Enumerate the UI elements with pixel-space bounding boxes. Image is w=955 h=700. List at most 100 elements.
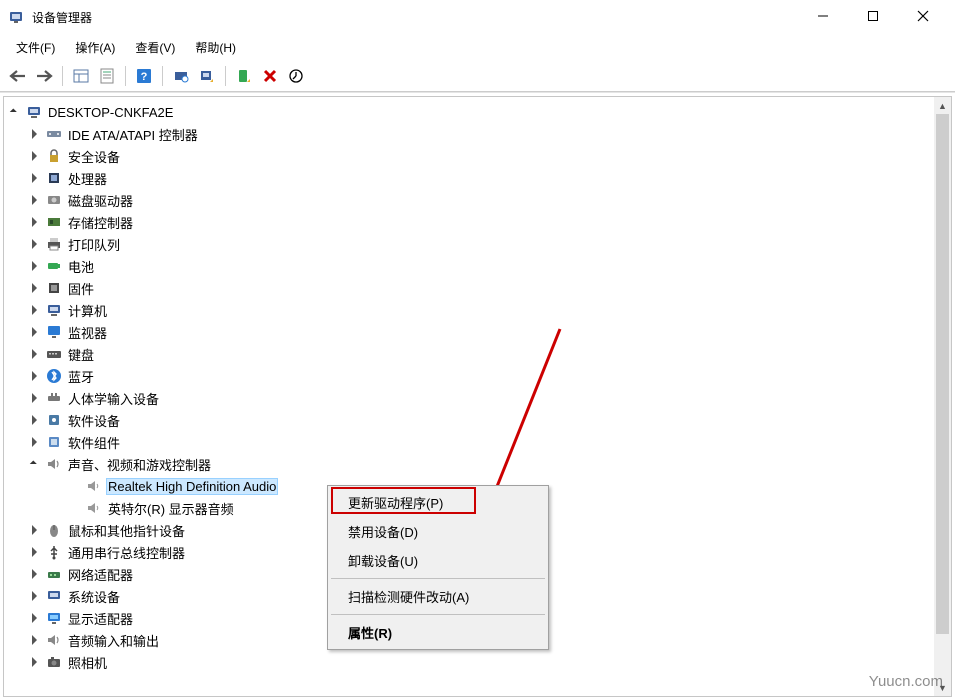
toolbar-separator bbox=[225, 66, 226, 86]
expander-icon[interactable] bbox=[28, 610, 44, 626]
tree-item[interactable]: 键盘 bbox=[8, 343, 951, 365]
tree-item[interactable]: 软件设备 bbox=[8, 409, 951, 431]
expander-icon[interactable] bbox=[28, 214, 44, 230]
expander-icon[interactable] bbox=[28, 412, 44, 428]
root-icon bbox=[26, 104, 42, 120]
tree-item-label: 安全设备 bbox=[66, 146, 122, 167]
show-hide-tree-button[interactable] bbox=[69, 64, 93, 88]
expander-icon[interactable] bbox=[28, 456, 44, 472]
tree-item-label: 计算机 bbox=[66, 300, 109, 321]
content-area: DESKTOP-CNKFA2E IDE ATA/ATAPI 控制器安全设备处理器磁… bbox=[0, 92, 955, 700]
scan-hardware-button[interactable] bbox=[169, 64, 193, 88]
storage-icon bbox=[46, 214, 62, 230]
properties-button[interactable] bbox=[95, 64, 119, 88]
tree-item[interactable]: 固件 bbox=[8, 277, 951, 299]
tree-item[interactable]: 蓝牙 bbox=[8, 365, 951, 387]
tree-item[interactable]: 打印队列 bbox=[8, 233, 951, 255]
tree-item[interactable]: 监视器 bbox=[8, 321, 951, 343]
audio-icon bbox=[46, 632, 62, 648]
menu-file[interactable]: 文件(F) bbox=[6, 37, 65, 58]
hid-icon bbox=[46, 390, 62, 406]
expander-icon[interactable] bbox=[28, 192, 44, 208]
expander-icon[interactable] bbox=[8, 104, 24, 120]
network-icon bbox=[46, 566, 62, 582]
expander-icon[interactable] bbox=[28, 280, 44, 296]
tree-item-label: 监视器 bbox=[66, 322, 109, 343]
expander-icon[interactable] bbox=[28, 170, 44, 186]
computer-icon bbox=[46, 302, 62, 318]
context-menu: 更新驱动程序(P) 禁用设备(D) 卸载设备(U) 扫描检测硬件改动(A) 属性… bbox=[327, 485, 549, 650]
expander-icon[interactable] bbox=[28, 588, 44, 604]
expander-icon[interactable] bbox=[28, 544, 44, 560]
expander-icon bbox=[68, 478, 84, 494]
tree-item[interactable]: 人体学输入设备 bbox=[8, 387, 951, 409]
tree-item[interactable]: 软件组件 bbox=[8, 431, 951, 453]
tree-item[interactable]: 安全设备 bbox=[8, 145, 951, 167]
expander-icon[interactable] bbox=[28, 368, 44, 384]
tree-item-label: 软件组件 bbox=[66, 432, 122, 453]
security-icon bbox=[46, 148, 62, 164]
tree-item[interactable]: 磁盘驱动器 bbox=[8, 189, 951, 211]
minimize-button[interactable] bbox=[807, 9, 839, 25]
maximize-button[interactable] bbox=[857, 9, 889, 25]
ctx-update-driver[interactable]: 更新驱动程序(P) bbox=[330, 488, 546, 517]
tree-item-label: 通用串行总线控制器 bbox=[66, 542, 187, 563]
ctx-uninstall-device[interactable]: 卸载设备(U) bbox=[330, 546, 546, 575]
expander-icon[interactable] bbox=[28, 522, 44, 538]
keyboard-icon bbox=[46, 346, 62, 362]
disable-device-button[interactable] bbox=[284, 64, 308, 88]
scroll-thumb[interactable] bbox=[936, 114, 949, 634]
expander-icon[interactable] bbox=[28, 236, 44, 252]
ctx-disable-device[interactable]: 禁用设备(D) bbox=[330, 517, 546, 546]
tree-item[interactable]: 存储控制器 bbox=[8, 211, 951, 233]
expander-icon[interactable] bbox=[28, 566, 44, 582]
close-button[interactable] bbox=[907, 9, 939, 25]
usb-icon bbox=[46, 544, 62, 560]
expander-icon[interactable] bbox=[28, 434, 44, 450]
expander-icon[interactable] bbox=[28, 654, 44, 670]
tree-item-label: 系统设备 bbox=[66, 586, 122, 607]
expander-icon[interactable] bbox=[28, 632, 44, 648]
expander-icon[interactable] bbox=[28, 390, 44, 406]
ctx-scan-hardware[interactable]: 扫描检测硬件改动(A) bbox=[330, 582, 546, 611]
component-icon bbox=[46, 434, 62, 450]
toolbar-separator bbox=[125, 66, 126, 86]
tree-item-label: 蓝牙 bbox=[66, 366, 96, 387]
nav-forward-button[interactable] bbox=[32, 64, 56, 88]
enable-device-button[interactable] bbox=[232, 64, 256, 88]
menu-view[interactable]: 查看(V) bbox=[125, 37, 185, 58]
tree-item[interactable]: 计算机 bbox=[8, 299, 951, 321]
sound-icon bbox=[46, 456, 62, 472]
tree-item-label: 鼠标和其他指针设备 bbox=[66, 520, 187, 541]
titlebar: 设备管理器 bbox=[0, 0, 955, 34]
uninstall-device-button[interactable] bbox=[258, 64, 282, 88]
expander-icon[interactable] bbox=[28, 126, 44, 142]
tree-item-label: 固件 bbox=[66, 278, 96, 299]
expander-icon[interactable] bbox=[28, 346, 44, 362]
expander-icon[interactable] bbox=[28, 324, 44, 340]
tree-item[interactable]: 电池 bbox=[8, 255, 951, 277]
speaker-icon bbox=[86, 478, 102, 494]
expander-icon[interactable] bbox=[28, 148, 44, 164]
tree-item-label: DESKTOP-CNKFA2E bbox=[46, 104, 175, 121]
tree-item[interactable]: 照相机 bbox=[8, 651, 951, 673]
cpu-icon bbox=[46, 170, 62, 186]
ide-icon bbox=[46, 126, 62, 142]
expander-icon[interactable] bbox=[28, 302, 44, 318]
ctx-properties[interactable]: 属性(R) bbox=[330, 618, 546, 647]
tree-item-label: 电池 bbox=[66, 256, 96, 277]
vertical-scrollbar[interactable]: ▲ ▼ bbox=[934, 97, 951, 696]
help-button[interactable]: ? bbox=[132, 64, 156, 88]
tree-item[interactable]: DESKTOP-CNKFA2E bbox=[8, 101, 951, 123]
tree-item[interactable]: IDE ATA/ATAPI 控制器 bbox=[8, 123, 951, 145]
ctx-separator bbox=[331, 614, 545, 615]
tree-item[interactable]: 处理器 bbox=[8, 167, 951, 189]
update-driver-button[interactable] bbox=[195, 64, 219, 88]
tree-item-label: 人体学输入设备 bbox=[66, 388, 161, 409]
menu-action[interactable]: 操作(A) bbox=[65, 37, 125, 58]
tree-item[interactable]: 声音、视频和游戏控制器 bbox=[8, 453, 951, 475]
scroll-up-arrow[interactable]: ▲ bbox=[934, 97, 951, 114]
expander-icon[interactable] bbox=[28, 258, 44, 274]
nav-back-button[interactable] bbox=[6, 64, 30, 88]
menu-help[interactable]: 帮助(H) bbox=[185, 37, 246, 58]
